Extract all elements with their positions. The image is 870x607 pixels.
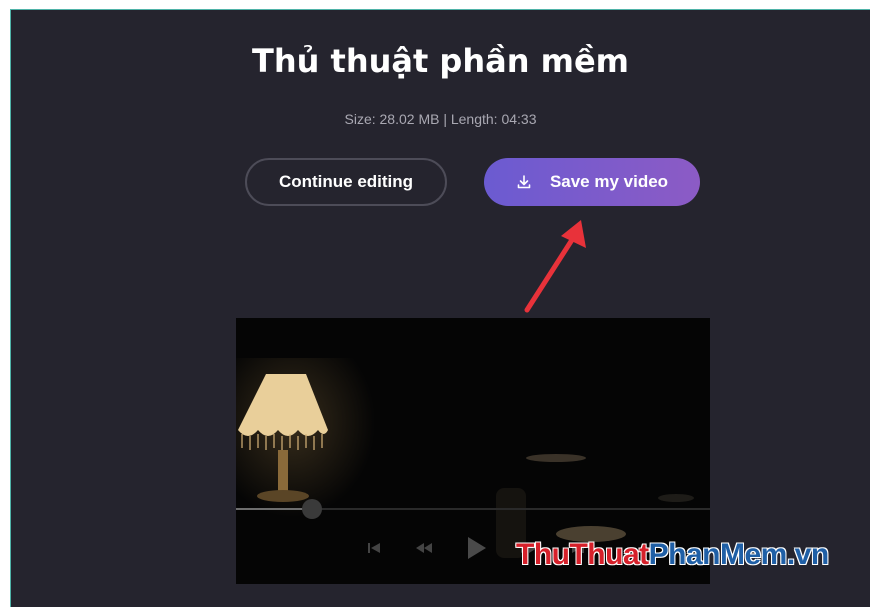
continue-editing-button[interactable]: Continue editing [245, 158, 447, 206]
page-title: Thủ thuật phần mềm [251, 42, 629, 80]
download-icon [516, 174, 532, 190]
skip-back-icon[interactable] [366, 540, 382, 556]
video-meta: Size: 28.02 MB | Length: 04:33 [344, 111, 537, 127]
annotation-arrow-icon [524, 220, 586, 313]
continue-editing-label: Continue editing [278, 172, 414, 191]
save-my-video-button[interactable]: Save my video [484, 158, 700, 206]
watermark-part-1: ThuThuat [516, 538, 649, 571]
export-panel: Thủ thuật phần mềm Size: 28.02 MB | Leng… [10, 9, 870, 607]
rewind-icon[interactable] [414, 540, 434, 556]
save-my-video-label: Save my video [549, 172, 669, 191]
watermark-part-2: PhanMem [648, 538, 788, 571]
play-icon[interactable] [465, 535, 487, 561]
site-watermark: ThuThuatPhanMem.vn [516, 538, 829, 572]
lamp-image [238, 374, 328, 502]
progress-handle[interactable] [301, 499, 322, 519]
watermark-part-3: .vn [786, 538, 829, 571]
progress-fill [236, 508, 312, 510]
